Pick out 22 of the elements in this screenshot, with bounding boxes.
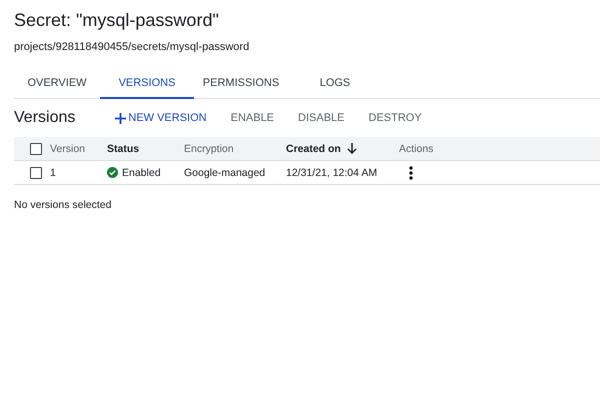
table-cell-text: 1 [50, 166, 57, 178]
row-checkbox[interactable] [30, 166, 42, 178]
resource-path: projects/928118490455/secrets/mysql-password [14, 41, 250, 53]
tab[interactable]: OVERVIEW [14, 69, 100, 99]
more-options-icon[interactable] [409, 166, 413, 180]
tab[interactable]: LOGS [288, 69, 382, 99]
column-header[interactable]: Created on [286, 142, 399, 154]
table-cell-text: Google-managed [184, 166, 266, 178]
table-cell-text: 12/31/21, 12:04 AM [286, 166, 378, 178]
column-header[interactable]: Status [107, 142, 184, 154]
plus-icon [115, 112, 126, 124]
tab[interactable]: PERMISSIONS [194, 69, 288, 99]
column-header[interactable]: Encryption [184, 142, 286, 154]
select-all-checkbox[interactable] [30, 142, 42, 154]
action-button[interactable]: NEW VERSION [115, 112, 207, 124]
tab[interactable]: VERSIONS [100, 69, 194, 99]
column-header[interactable]: Actions [399, 142, 600, 154]
column-header[interactable]: Version [50, 142, 107, 154]
page-title: Secret: "mysql-password" [14, 10, 220, 31]
section-title: Versions [14, 109, 76, 127]
selection-status: No versions selected [14, 199, 112, 211]
status-text: Enabled [122, 166, 161, 178]
